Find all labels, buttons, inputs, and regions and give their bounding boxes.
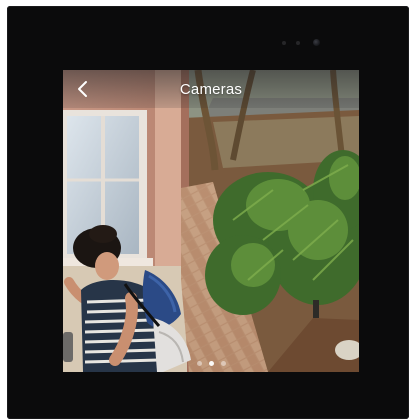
intercom-device: Cameras xyxy=(7,6,409,419)
page-dot-3[interactable] xyxy=(220,361,226,366)
front-camera-lens xyxy=(313,39,320,46)
page-title: Cameras xyxy=(179,81,243,98)
page-indicator xyxy=(63,361,359,366)
camera-feed-image xyxy=(63,70,359,372)
sensor-dot xyxy=(296,41,300,45)
page-dot-1[interactable] xyxy=(196,361,202,366)
screen-header: Cameras xyxy=(63,70,359,108)
page-dot-2[interactable] xyxy=(208,361,214,366)
sensor-dot xyxy=(282,41,286,45)
camera-screen[interactable]: Cameras xyxy=(63,70,359,372)
